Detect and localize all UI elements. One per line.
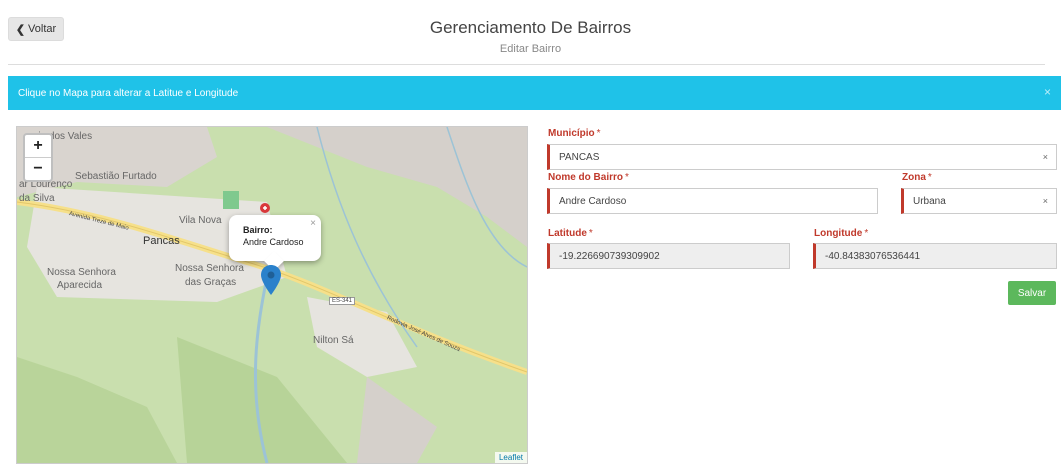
map-place-label: Nossa Senhora bbox=[175, 263, 244, 274]
map-place-label: Sebastião Furtado bbox=[75, 171, 157, 182]
zona-value: Urbana bbox=[913, 195, 946, 207]
required-mark: * bbox=[588, 228, 593, 239]
longitude-input[interactable]: -40.84383076536441 bbox=[813, 243, 1057, 269]
page-subtitle: Editar Bairro bbox=[499, 43, 562, 55]
latitude-value: -19.226690739309902 bbox=[559, 250, 660, 262]
longitude-label-text: Longitude bbox=[814, 228, 863, 239]
latitude-label-text: Latitude bbox=[548, 228, 587, 239]
map-place-label: Vila Nova bbox=[179, 215, 222, 226]
zoom-control: + − bbox=[23, 133, 53, 182]
map-place-label: Nilton Sá bbox=[313, 335, 354, 346]
municipio-value: PANCAS bbox=[559, 151, 600, 163]
nome-bairro-value: Andre Cardoso bbox=[559, 195, 627, 207]
zona-clear-icon[interactable]: × bbox=[1043, 196, 1048, 206]
popup-close-icon[interactable]: × bbox=[310, 218, 316, 230]
latitude-input[interactable]: -19.226690739309902 bbox=[547, 243, 790, 269]
zona-label: Zona * bbox=[902, 172, 932, 183]
nome-bairro-label: Nome do Bairro * bbox=[548, 172, 629, 183]
map-place-label: Nossa Senhora bbox=[47, 267, 116, 278]
zoom-in-button[interactable]: + bbox=[25, 135, 51, 157]
map-place-label: das Graças bbox=[185, 277, 237, 288]
map-place-label: Aparecida bbox=[57, 280, 103, 291]
map-attribution[interactable]: Leaflet bbox=[494, 452, 527, 463]
divider bbox=[8, 64, 1045, 65]
municipio-select[interactable]: PANCAS × bbox=[547, 144, 1057, 170]
map-popup: × Bairro: Andre Cardoso bbox=[229, 215, 321, 271]
zona-label-text: Zona bbox=[902, 172, 926, 183]
zoom-out-button[interactable]: − bbox=[25, 157, 51, 180]
latitude-label: Latitude * bbox=[548, 228, 593, 239]
longitude-label: Longitude * bbox=[814, 228, 868, 239]
municipio-label-text: Município bbox=[548, 128, 595, 139]
municipio-clear-icon[interactable]: × bbox=[1043, 152, 1048, 162]
map-marker-icon[interactable] bbox=[261, 265, 281, 295]
map-road-label: ES-341 bbox=[329, 297, 356, 305]
alert-message: Clique no Mapa para alterar a Latitue e … bbox=[18, 87, 239, 99]
required-mark: * bbox=[596, 128, 601, 139]
save-button[interactable]: Salvar bbox=[1008, 281, 1056, 305]
popup-value: Andre Cardoso bbox=[243, 237, 304, 247]
map-place-label: da Silva bbox=[19, 193, 55, 204]
municipio-label: Município * bbox=[548, 128, 601, 139]
info-alert: Clique no Mapa para alterar a Latitue e … bbox=[8, 76, 1061, 110]
nome-bairro-input[interactable]: Andre Cardoso bbox=[547, 188, 878, 214]
alert-close-icon[interactable]: × bbox=[1044, 85, 1051, 99]
zona-select[interactable]: Urbana × bbox=[901, 188, 1057, 214]
longitude-value: -40.84383076536441 bbox=[825, 250, 921, 262]
map[interactable]: rio dos Vales Sebastião Furtado ar Loure… bbox=[16, 126, 528, 464]
required-mark: * bbox=[864, 228, 869, 239]
required-mark: * bbox=[927, 172, 932, 183]
page-title: Gerenciamento De Bairros bbox=[429, 18, 632, 37]
required-mark: * bbox=[625, 172, 629, 183]
map-place-label: Pancas bbox=[143, 235, 180, 247]
popup-label: Bairro: bbox=[243, 225, 273, 235]
nome-bairro-label-text: Nome do Bairro bbox=[548, 172, 624, 183]
